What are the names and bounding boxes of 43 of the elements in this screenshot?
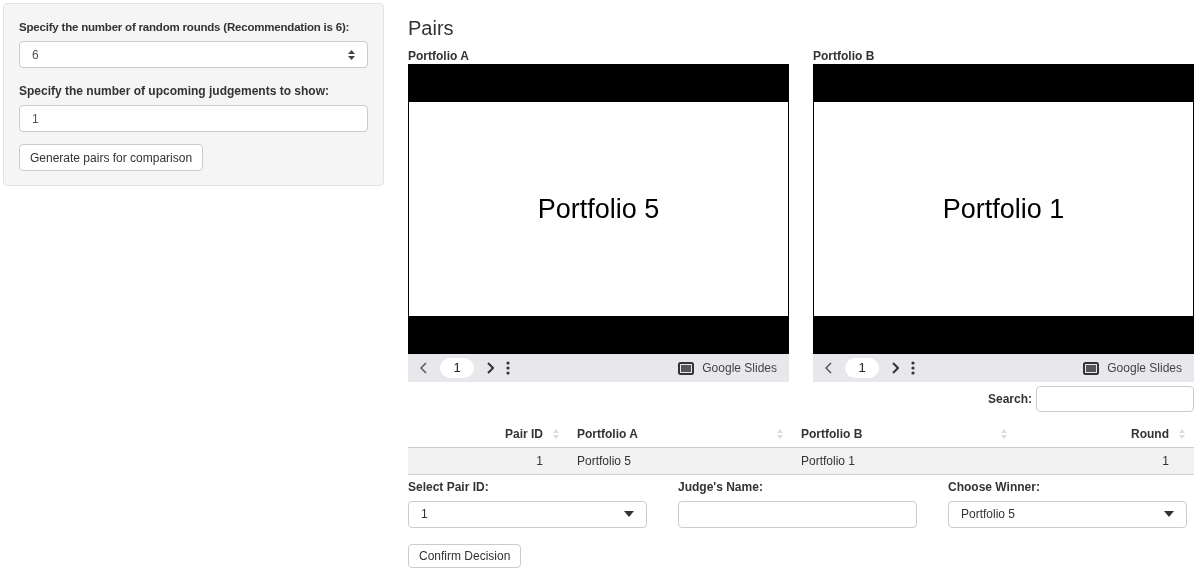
page-number-field[interactable]: 1 <box>845 358 879 378</box>
table-cell-text: 1 <box>536 453 543 471</box>
slides-icon[interactable] <box>1083 361 1100 375</box>
table-cell-text: 1 <box>1162 453 1169 471</box>
field-label: Specify the number of random rounds (Recommendation is 6): <box>19 20 351 35</box>
select-field[interactable]: Portfolio 5 <box>948 500 1187 528</box>
number-field[interactable]: 1 <box>19 105 368 133</box>
search-label: Search: <box>987 391 1032 408</box>
table-row[interactable]: 1 Portfolio 5 Portfolio 1 1 <box>408 448 1194 475</box>
page-title: Pairs <box>408 16 455 40</box>
field-label: Judge's Name: <box>678 478 764 496</box>
table-cell-text: Portfolio 5 <box>577 453 632 471</box>
next-icon[interactable] <box>891 362 899 374</box>
previous-icon[interactable] <box>825 362 833 374</box>
select-field[interactable]: 1 <box>408 500 647 528</box>
previous-icon[interactable] <box>420 362 428 374</box>
column-header[interactable]: Portfolio B <box>801 424 863 443</box>
caret-icon <box>624 511 634 518</box>
search-field[interactable] <box>1036 386 1194 412</box>
caret-icon <box>1164 511 1174 518</box>
column-header[interactable]: Round <box>1131 424 1169 443</box>
field-label: Choose Winner: <box>948 478 1041 496</box>
number-field[interactable]: 6 <box>19 41 368 69</box>
slide-text: Portfolio 1 <box>942 192 1065 226</box>
column-header[interactable]: Pair ID <box>505 424 543 443</box>
field-label: Select Pair ID: <box>408 478 490 496</box>
generate-button[interactable]: Generate pairs for comparison <box>19 144 204 172</box>
more-icon[interactable] <box>506 361 510 375</box>
brand-link[interactable]: Google Slides <box>702 359 777 377</box>
field-label: Specify the number of upcoming judgements to show: <box>19 83 330 101</box>
spinner-icon[interactable] <box>348 49 355 60</box>
slides-icon[interactable] <box>678 361 695 375</box>
name-field[interactable] <box>678 500 917 528</box>
confirm-button[interactable]: Confirm Decision <box>408 543 522 568</box>
page-number-field[interactable]: 1 <box>440 358 474 378</box>
brand-link[interactable]: Google Slides <box>1107 359 1182 377</box>
next-icon[interactable] <box>486 362 494 374</box>
slide-text: Portfolio 5 <box>537 192 660 226</box>
column-header[interactable]: Portfolio A <box>577 424 638 443</box>
more-icon[interactable] <box>911 361 915 375</box>
table-cell-text: Portfolio 1 <box>801 453 856 471</box>
embed-label: Portfolio A <box>408 48 470 64</box>
embed-label: Portfolio B <box>813 48 876 64</box>
